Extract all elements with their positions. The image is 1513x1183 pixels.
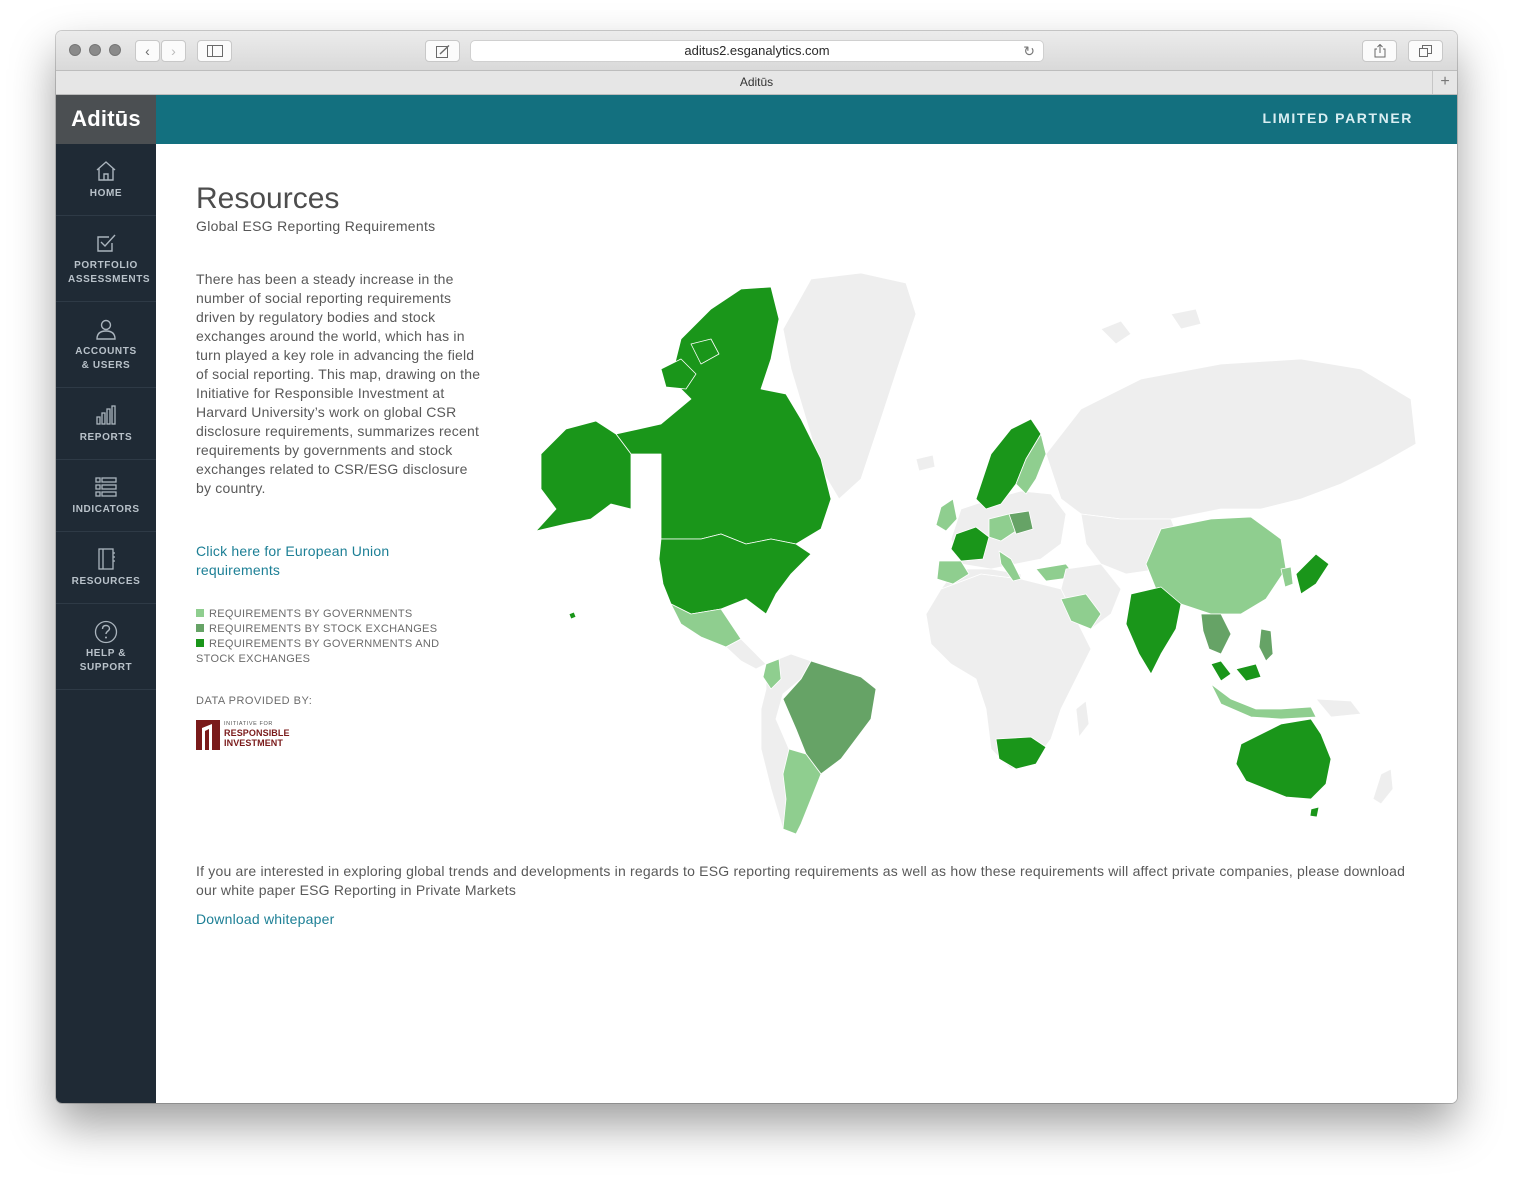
page-title: Resources bbox=[196, 182, 340, 215]
iri-logo-mark bbox=[196, 720, 220, 750]
chevron-right-icon: › bbox=[171, 43, 176, 59]
map-region-south-africa[interactable] bbox=[995, 736, 1047, 770]
legend-label: REQUIREMENTS BY STOCK EXCHANGES bbox=[209, 623, 438, 635]
eu-requirements-link[interactable]: Click here for European Union requiremen… bbox=[196, 542, 456, 580]
chevron-left-icon: ‹ bbox=[145, 43, 150, 59]
legend-label: REQUIREMENTS BY GOVERNMENTS AND STOCK EX… bbox=[196, 638, 440, 665]
legend-label: REQUIREMENTS BY GOVERNMENTS bbox=[209, 608, 413, 620]
map-region-russia[interactable] bbox=[1045, 358, 1417, 520]
notebook-icon bbox=[98, 548, 115, 570]
legend-item-both: REQUIREMENTS BY GOVERNMENTS AND STOCK EX… bbox=[196, 637, 456, 667]
sidebar-item-label: HOME bbox=[89, 188, 123, 199]
reload-icon[interactable]: ↻ bbox=[1023, 41, 1035, 61]
forward-button[interactable]: › bbox=[161, 40, 186, 62]
sidebar-icon bbox=[206, 45, 223, 57]
map-region-arctic-islands[interactable] bbox=[1100, 308, 1202, 345]
browser-window: ‹ › aditus2.esganalytics.com ↻ Aditūs + … bbox=[56, 31, 1457, 1103]
map-region-japan[interactable] bbox=[1295, 553, 1330, 595]
top-bar: LIMITED PARTNER bbox=[156, 95, 1457, 144]
legend-swatch bbox=[196, 609, 204, 617]
sidebar-item-help-support[interactable]: HELP & SUPPORT bbox=[56, 604, 156, 690]
map-region-australia[interactable] bbox=[1235, 718, 1332, 800]
bar-chart-icon bbox=[96, 405, 116, 425]
sidebar-item-accounts-users[interactable]: ACCOUNTS & USERS bbox=[56, 302, 156, 388]
map-region-india[interactable] bbox=[1125, 586, 1182, 675]
app-logo[interactable]: Aditūs bbox=[56, 95, 156, 144]
map-region-indochina[interactable] bbox=[1200, 613, 1232, 655]
plus-icon: + bbox=[1440, 73, 1450, 90]
tab-bar: Aditūs + bbox=[56, 71, 1457, 95]
sidebar-item-indicators[interactable]: INDICATORS bbox=[56, 460, 156, 532]
sidebar-item-label: REPORTS bbox=[79, 432, 133, 443]
map-region-malaysia[interactable] bbox=[1210, 660, 1262, 682]
sidebar-item-resources[interactable]: RESOURCES bbox=[56, 532, 156, 604]
legend-item-stock-exchanges: REQUIREMENTS BY STOCK EXCHANGES bbox=[196, 622, 456, 637]
map-region-indonesia[interactable] bbox=[1210, 683, 1317, 720]
page-subtitle: Global ESG Reporting Requirements bbox=[196, 218, 436, 234]
sidebar-item-label: RESOURCES bbox=[71, 576, 141, 587]
url-text: aditus2.esganalytics.com bbox=[684, 43, 830, 58]
iri-logo[interactable]: INITIATIVE FOR RESPONSIBLE INVESTMENT bbox=[196, 720, 296, 752]
sidebar-item-label: INDICATORS bbox=[72, 504, 140, 515]
legend-swatch bbox=[196, 624, 204, 632]
iri-logo-line3: INVESTMENT bbox=[224, 738, 284, 748]
map-region-new-zealand[interactable] bbox=[1372, 768, 1394, 805]
address-bar[interactable]: aditus2.esganalytics.com ↻ bbox=[470, 40, 1044, 62]
home-icon bbox=[96, 161, 116, 181]
user-icon bbox=[96, 319, 116, 340]
map-region-korea[interactable] bbox=[1280, 566, 1294, 588]
tab-title[interactable]: Aditūs bbox=[740, 75, 773, 89]
intro-paragraph: There has been a steady increase in the … bbox=[196, 271, 481, 496]
reader-button[interactable] bbox=[425, 40, 460, 62]
close-window-button[interactable] bbox=[69, 44, 81, 56]
sidebar-item-reports[interactable]: REPORTS bbox=[56, 388, 156, 460]
map-region-usa[interactable] bbox=[658, 533, 812, 615]
sidebar: HOME PORTFOLIO ASSESSMENTS ACCOUNTS & US… bbox=[56, 144, 156, 1103]
main-content: Resources Global ESG Reporting Requireme… bbox=[156, 144, 1457, 1103]
sidebar-item-portfolio-assessments[interactable]: PORTFOLIO ASSESSMENTS bbox=[56, 216, 156, 302]
map-region-hawaii[interactable] bbox=[568, 611, 577, 620]
browser-toolbar: ‹ › aditus2.esganalytics.com ↻ bbox=[56, 31, 1457, 71]
world-map[interactable] bbox=[521, 269, 1421, 839]
app: Aditūs LIMITED PARTNER HOME PORTFOLIO AS… bbox=[56, 95, 1457, 1103]
tabs-icon bbox=[1419, 45, 1432, 57]
map-region-philippines[interactable] bbox=[1258, 628, 1274, 662]
iri-logo-line1: INITIATIVE FOR bbox=[224, 721, 273, 727]
tabs-overview-button[interactable] bbox=[1408, 40, 1443, 62]
question-icon bbox=[94, 620, 118, 644]
map-region-uk[interactable] bbox=[935, 498, 958, 532]
iri-logo-line2: RESPONSIBLE bbox=[224, 728, 290, 738]
map-region-alaska[interactable] bbox=[535, 420, 632, 532]
map-region-tasmania[interactable] bbox=[1309, 806, 1320, 818]
back-button[interactable]: ‹ bbox=[135, 40, 160, 62]
sidebar-toggle-button[interactable] bbox=[197, 40, 232, 62]
sidebar-item-label: HELP & SUPPORT bbox=[79, 648, 133, 673]
data-provided-by-label: DATA PROVIDED BY: bbox=[196, 695, 313, 707]
compose-icon bbox=[435, 44, 449, 58]
checkbox-icon bbox=[97, 234, 116, 252]
list-icon bbox=[95, 477, 117, 497]
download-whitepaper-link[interactable]: Download whitepaper bbox=[196, 911, 334, 927]
map-legend: REQUIREMENTS BY GOVERNMENTS REQUIREMENTS… bbox=[196, 607, 456, 667]
sidebar-item-home[interactable]: HOME bbox=[56, 144, 156, 216]
legend-swatch bbox=[196, 639, 204, 647]
share-icon bbox=[1374, 43, 1385, 58]
sidebar-item-label: ACCOUNTS & USERS bbox=[75, 346, 137, 371]
new-tab-button[interactable]: + bbox=[1432, 71, 1457, 94]
user-role-label[interactable]: LIMITED PARTNER bbox=[1262, 95, 1413, 142]
legend-item-governments: REQUIREMENTS BY GOVERNMENTS bbox=[196, 607, 456, 622]
sidebar-item-label: PORTFOLIO ASSESSMENTS bbox=[68, 260, 151, 285]
whitepaper-paragraph: If you are interested in exploring globa… bbox=[196, 863, 1406, 898]
map-region-iceland[interactable] bbox=[915, 454, 936, 472]
map-region-central-america[interactable] bbox=[725, 638, 767, 670]
minimize-window-button[interactable] bbox=[89, 44, 101, 56]
map-region-papua[interactable] bbox=[1315, 698, 1362, 718]
share-button[interactable] bbox=[1362, 40, 1397, 62]
zoom-window-button[interactable] bbox=[109, 44, 121, 56]
map-region-madagascar[interactable] bbox=[1075, 700, 1090, 738]
